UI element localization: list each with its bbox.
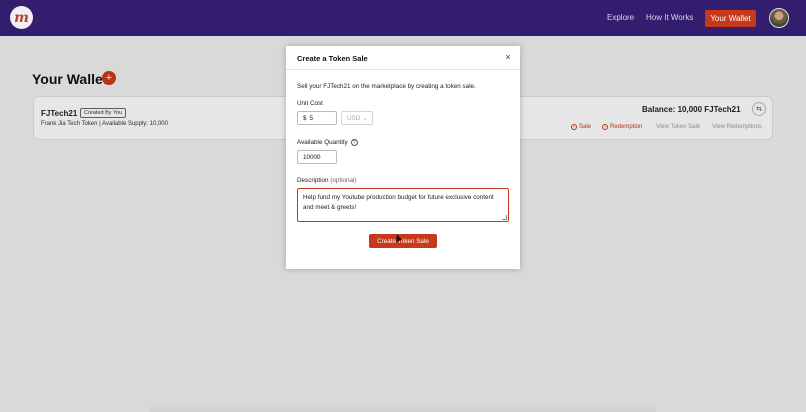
currency-symbol: $ [303,114,307,122]
unit-cost-label: Unit Cost [297,100,323,107]
unit-cost-value: 5 [309,114,314,122]
user-avatar[interactable] [769,8,789,28]
nav-your-wallet-button[interactable]: Your Wallet [705,10,756,27]
create-token-sale-modal: Create a Token Sale × Sell your FJTech21… [286,46,520,269]
modal-title: Create a Token Sale [297,54,368,63]
modal-intro-text: Sell your FJTech21 on the marketplace by… [297,83,476,90]
description-value: Help fund my Youtube production budget f… [303,194,494,211]
help-icon[interactable]: ? [350,139,358,146]
create-token-sale-button[interactable]: Create Token Sale [369,234,437,248]
currency-select[interactable]: USD ⌄ [341,111,373,125]
quantity-value: 10000 [303,153,321,161]
available-quantity-label: Available Quantity ? [297,139,358,146]
available-quantity-input[interactable]: 10000 [297,150,337,164]
modal-header: Create a Token Sale × [286,46,520,70]
description-label: Description (optional) [297,177,357,184]
unit-cost-input[interactable]: $ 5 [297,111,337,125]
description-optional-text: (optional) [330,177,357,184]
nav-how-it-works-link[interactable]: How It Works [646,13,693,22]
top-nav-bar: m Explore How It Works Your Wallet [0,0,806,36]
bottom-shadow [150,404,656,412]
logo[interactable]: m [10,6,33,29]
currency-value: USD [347,114,361,122]
close-icon[interactable]: × [503,52,513,62]
description-textarea[interactable]: Help fund my Youtube production budget f… [297,188,509,222]
description-label-text: Description [297,177,329,184]
chevron-down-icon: ⌄ [362,114,368,122]
available-quantity-text: Available Quantity [297,139,348,146]
resize-handle-icon[interactable] [502,215,507,220]
nav-explore-link[interactable]: Explore [607,13,634,22]
